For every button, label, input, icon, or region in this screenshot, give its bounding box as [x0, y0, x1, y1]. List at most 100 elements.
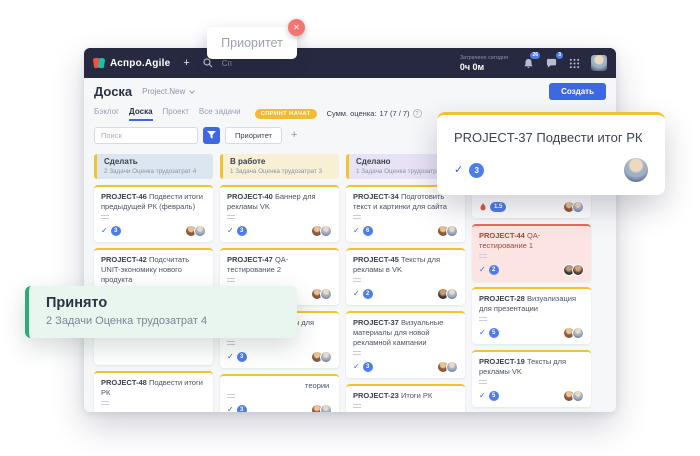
- apps-grid-button[interactable]: [568, 57, 580, 69]
- check-icon: ✓: [353, 289, 360, 299]
- task-card[interactable]: PROJECT-19 Тексты для рекламы VK ✓ 5: [472, 350, 591, 407]
- avatar: [572, 327, 584, 339]
- task-card[interactable]: PROJECT-28 Визуализация для презентации …: [472, 287, 591, 344]
- accepted-title: Принято: [46, 295, 280, 311]
- task-id: PROJECT-48: [101, 378, 147, 387]
- chat-button[interactable]: 3: [545, 57, 557, 69]
- task-id: PROJECT-37: [353, 318, 399, 327]
- create-button[interactable]: Создать: [549, 83, 606, 100]
- column-title: В работе: [230, 157, 332, 166]
- check-icon: ✓: [353, 226, 360, 236]
- subtask-count-badge: 3: [237, 352, 247, 362]
- sprint-summary: Сумм. оценка: 17 (7 / 7) ?: [327, 109, 422, 118]
- subtask-count-badge: 3: [469, 163, 484, 178]
- avatar: [446, 225, 458, 237]
- description-icon: [227, 341, 235, 346]
- task-card[interactable]: PROJECT-44 QA-тестирование 1 ✓ 2: [472, 224, 591, 281]
- accepted-column-popover[interactable]: Принято 2 Задачи Оценка трудозатрат 4: [25, 286, 297, 338]
- description-icon: [227, 215, 235, 220]
- notification-badge: 26: [530, 52, 540, 59]
- filter-button[interactable]: [203, 127, 220, 144]
- avatar: [194, 411, 206, 412]
- task-card[interactable]: PROJECT-45 Тексты для рекламы в VK ✓ 2: [346, 248, 465, 305]
- task-card[interactable]: PROJECT-37 Визуальные материалы для ново…: [346, 311, 465, 378]
- chat-icon: [546, 58, 557, 69]
- check-icon: ✓: [101, 226, 108, 236]
- app-window: Аспро.Agile + Сп Затрачено сегодня 0ч 0м…: [84, 48, 616, 412]
- avatar: [320, 225, 332, 237]
- subtask-count-badge: 5: [489, 391, 499, 401]
- subtask-count-badge: 3: [237, 405, 247, 412]
- task-id: PROJECT-46: [101, 192, 147, 201]
- app-logo-icon[interactable]: [93, 57, 105, 69]
- add-filter-button[interactable]: +: [291, 129, 297, 141]
- check-icon: ✓: [353, 362, 360, 372]
- navbar-menu-text[interactable]: Сп: [222, 59, 232, 68]
- top-navbar: Аспро.Agile + Сп Затрачено сегодня 0ч 0м…: [84, 48, 616, 78]
- avatar: [320, 288, 332, 300]
- description-icon: [101, 215, 109, 220]
- description-icon: [353, 404, 361, 409]
- column-title: Сделать: [104, 157, 206, 166]
- priority-filter-button[interactable]: Приоритет: [225, 127, 282, 144]
- info-icon[interactable]: ?: [413, 109, 422, 118]
- description-icon: [227, 278, 235, 283]
- avatar: [320, 351, 332, 363]
- chevron-down-icon: [189, 88, 195, 94]
- task-card[interactable]: PROJECT-23 Итоги РК ✓ 6: [346, 384, 465, 412]
- board-selector[interactable]: Project.New: [142, 87, 194, 96]
- chat-badge: 3: [556, 52, 563, 59]
- task-card[interactable]: PROJECT-48 Подвести итоги РК ✓ 2: [94, 371, 213, 412]
- check-icon: ✓: [227, 352, 234, 362]
- accepted-subtitle: 2 Задачи Оценка трудозатрат 4: [46, 315, 280, 327]
- priority-tooltip-label: Приоритет: [221, 36, 283, 50]
- grid-icon: [569, 58, 580, 69]
- notifications-button[interactable]: 26: [522, 57, 534, 69]
- summary-label: Сумм. оценка:: [327, 109, 377, 118]
- task-card[interactable]: PROJECT-46 Подвести итоги предыдущей РК …: [94, 185, 213, 242]
- task-id: PROJECT-45: [353, 255, 399, 264]
- tab-board[interactable]: Доска: [129, 107, 152, 121]
- tab-backlog[interactable]: Бэклог: [94, 107, 119, 121]
- check-icon: ✓: [227, 226, 234, 236]
- check-icon: ✓: [479, 391, 486, 401]
- subtask-count-badge: 3: [111, 226, 121, 236]
- subtask-count-badge: 2: [363, 289, 373, 299]
- quick-add-button[interactable]: +: [183, 58, 189, 69]
- dragged-task-card[interactable]: PROJECT-37 Подвести итог РК ✓ 3: [437, 112, 665, 195]
- priority-tooltip: Приоритет ✕: [207, 27, 297, 59]
- check-icon: ✓: [227, 405, 234, 412]
- close-icon[interactable]: ✕: [288, 19, 305, 36]
- task-id: PROJECT-44: [479, 231, 525, 240]
- description-icon: [227, 394, 235, 399]
- fire-icon: [479, 203, 487, 212]
- column-meta: 1 Задача Оценка трудозатрат 3: [230, 168, 332, 175]
- time-tracker: Затрачено сегодня 0ч 0м: [460, 55, 508, 72]
- description-icon: [353, 351, 361, 356]
- task-card[interactable]: теории ✓ 3: [220, 374, 339, 412]
- bell-icon: [523, 58, 534, 69]
- subtask-count-badge: 2: [489, 265, 499, 275]
- task-id: PROJECT-47: [227, 255, 273, 264]
- tab-project[interactable]: Проект: [163, 107, 189, 121]
- task-id: PROJECT-34: [353, 192, 399, 201]
- avatar: [446, 288, 458, 300]
- tab-all-tasks[interactable]: Все задачи: [199, 107, 241, 121]
- check-icon: ✓: [454, 165, 463, 175]
- task-id: PROJECT-19: [479, 357, 525, 366]
- search-input[interactable]: [94, 127, 198, 144]
- board-toolbar: Доска Project.New Создать: [84, 78, 616, 105]
- time-label: Затрачено сегодня: [460, 55, 508, 61]
- user-avatar[interactable]: [591, 55, 607, 71]
- avatar: [320, 404, 332, 412]
- brand-name[interactable]: Аспро.Agile: [110, 58, 170, 69]
- subtask-count-badge: 6: [363, 226, 373, 236]
- task-title: Итоги РК: [401, 391, 432, 400]
- search-icon[interactable]: [203, 58, 213, 68]
- task-card[interactable]: PROJECT-40 Баннер для рекламы VK ✓ 3: [220, 185, 339, 242]
- check-icon: ✓: [479, 265, 486, 275]
- description-icon: [353, 278, 361, 283]
- task-id: PROJECT-40: [227, 192, 273, 201]
- board-column-in-progress: В работе 1 Задача Оценка трудозатрат 3 P…: [220, 154, 339, 412]
- popover-task-title: PROJECT-37 Подвести итог РК: [454, 130, 648, 145]
